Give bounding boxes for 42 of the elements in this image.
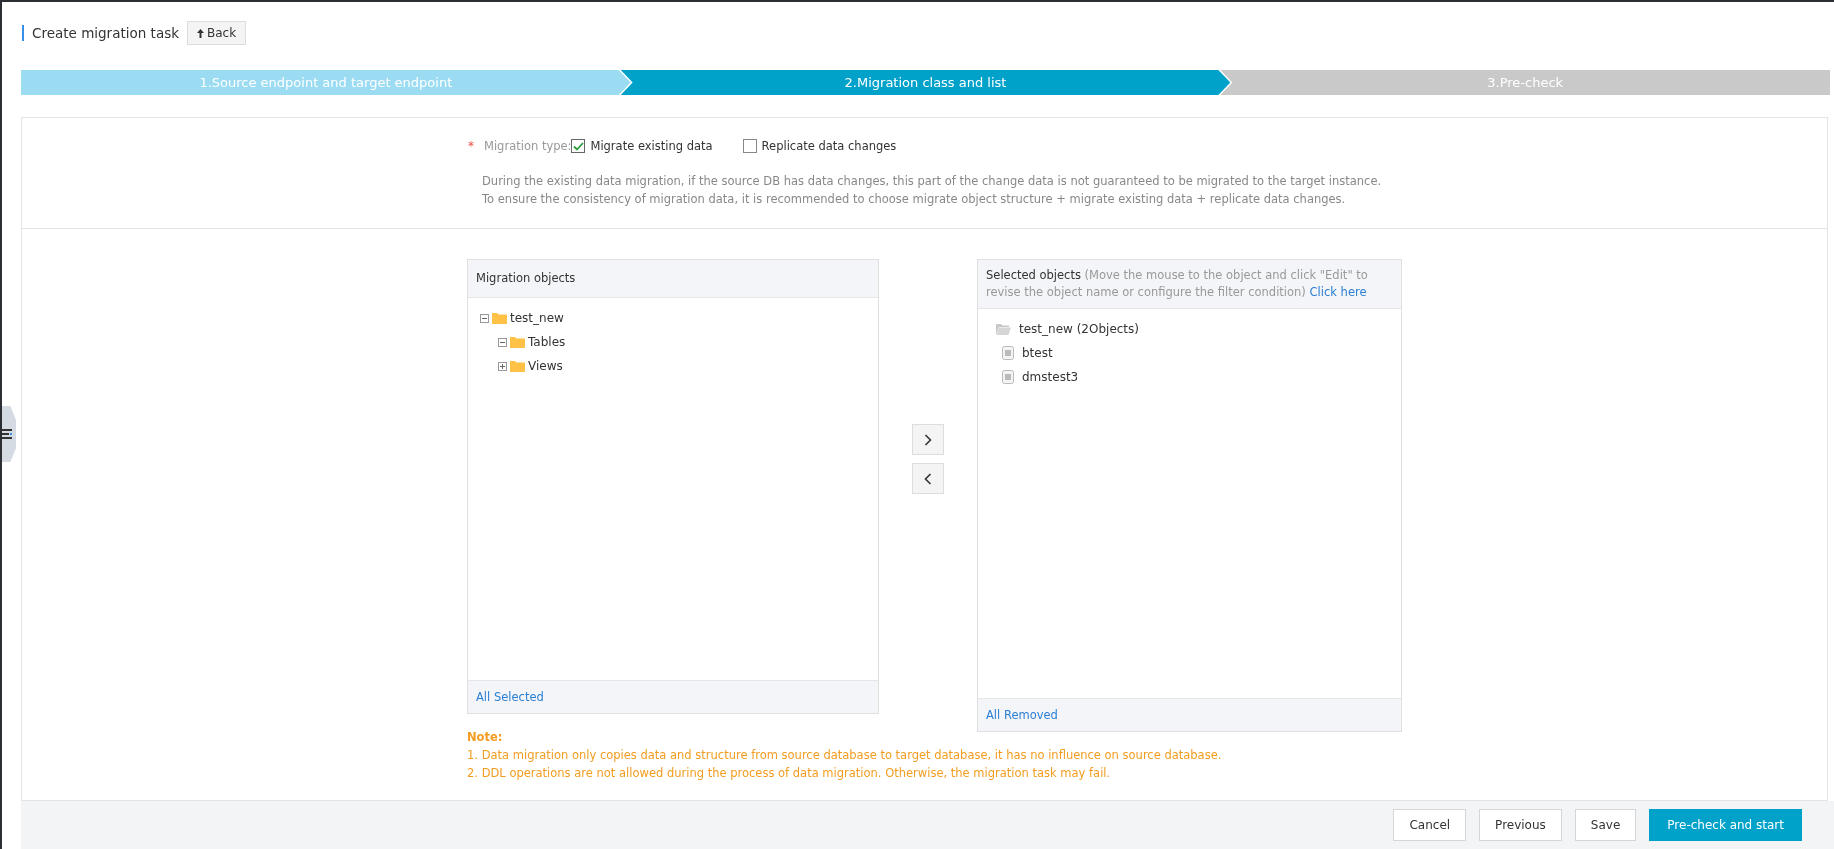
footer-button[interactable]: Save [1574, 809, 1637, 841]
table-icon [1002, 346, 1014, 360]
all-removed-link[interactable]: All Removed [986, 708, 1058, 722]
note-title: Note: [467, 729, 504, 746]
description-text: During the existing data migration, if the source DB has data changes, this part of the change data is not guaranteed to be migrated to the target instance. [482, 173, 1383, 190]
footer-button[interactable]: Cancel [1393, 809, 1467, 841]
wizard-step: 2.Migration class and list [620, 70, 1231, 95]
page-title: Create migration task [22, 25, 179, 41]
folder-icon [996, 323, 1011, 335]
table-icon [1002, 370, 1014, 384]
checkbox[interactable] [742, 139, 757, 153]
chevron-left-icon [924, 472, 932, 485]
tree-toggle[interactable] [498, 337, 507, 347]
all-selected-link[interactable]: All Selected [476, 690, 544, 704]
folder-icon [510, 336, 525, 348]
selected-object-item[interactable]: dmstest3 [1022, 370, 1079, 384]
tree-toggle[interactable] [480, 313, 489, 323]
checkbox-label: Replicate data changes [761, 139, 897, 153]
tree-item[interactable]: Tables [528, 335, 566, 349]
required-mark: * [468, 139, 474, 153]
selected-object-item[interactable]: btest [1022, 346, 1053, 360]
tree-item[interactable]: test_new [510, 311, 564, 325]
checkbox-label: Migrate existing data [590, 139, 713, 153]
up-arrow-icon [197, 28, 204, 38]
migration-type-label: Migration type: [484, 139, 572, 153]
note-text: 1. Data migration only copies data and structure from source database to target database, it has no influence on source database. [467, 747, 1223, 764]
note-text: 2. DDL operations are not allowed during the process of data migration. Otherwise, the migration task may fail. [467, 765, 1112, 782]
checkbox[interactable] [571, 139, 586, 153]
side-menu-handle[interactable] [2, 406, 16, 462]
selected-object-item[interactable]: test_new (2Objects) [1019, 322, 1139, 336]
chevron-right-icon [924, 433, 932, 446]
wizard-step: 1.Source endpoint and target endpoint [21, 70, 631, 95]
panel-heading: Migration objects [468, 260, 878, 298]
footer-button[interactable]: Previous [1479, 809, 1562, 841]
back-button[interactable]: Back [187, 21, 247, 45]
tree-item[interactable]: Views [528, 359, 563, 373]
description-text: To ensure the consistency of migration data, it is recommended to choose migrate object structure + migrate existing data + replicate data changes. [482, 191, 1347, 208]
click-here-link[interactable]: Click here [1309, 285, 1367, 299]
folder-icon [510, 360, 525, 372]
tree-toggle[interactable] [498, 361, 507, 371]
panel-heading: Selected objects (Move the mouse to the object and click "Edit" to revise the object name or configure the filter condition) Click here [978, 260, 1401, 309]
folder-icon [492, 312, 507, 324]
